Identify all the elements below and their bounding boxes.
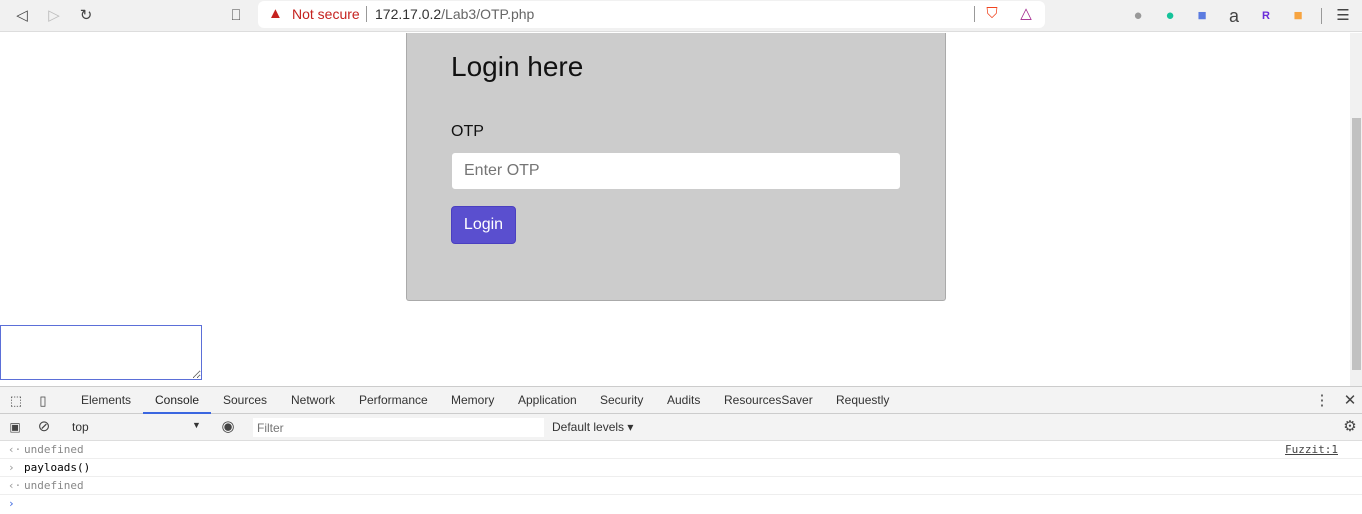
url-text[interactable]: 172.17.0.2/Lab3/OTP.php (375, 6, 534, 22)
tab-application[interactable]: Application (506, 387, 589, 414)
requestly-icon[interactable]: R (1256, 6, 1276, 26)
chevron-down-icon[interactable]: ▼ (192, 420, 201, 430)
devtools-tabs: ⬚ ▯ Elements Console Sources Network Per… (0, 387, 1362, 414)
context-select[interactable]: top (72, 420, 89, 434)
tab-requestly[interactable]: Requestly (824, 387, 901, 414)
login-card: Login here OTP Login (406, 33, 946, 301)
page-title: Login here (451, 51, 584, 82)
eye-icon[interactable]: ◉ (218, 417, 238, 437)
levels-dropdown[interactable]: Default levels ▾ (552, 420, 633, 434)
tab-audits[interactable]: Audits (655, 387, 712, 414)
extension-hex-icon[interactable]: ■ (1288, 6, 1308, 26)
amazon-icon[interactable]: a (1224, 6, 1244, 26)
tab-security[interactable]: Security (588, 387, 655, 414)
reload-icon[interactable]: ↻ (76, 6, 96, 26)
console-row: ‹· undefined Fuzzit:1 (0, 441, 1362, 459)
devtools-panel: ⬚ ▯ Elements Console Sources Network Per… (0, 386, 1362, 514)
google-translate-icon[interactable]: ■ (1192, 6, 1212, 26)
tab-resourcessaver[interactable]: ResourcesSaver (712, 387, 825, 414)
tab-console[interactable]: Console (143, 387, 212, 414)
sidebar-toggle-icon[interactable]: ▣ (5, 417, 25, 437)
inspect-icon[interactable]: ⬚ (6, 391, 26, 411)
menu-icon[interactable]: ☰ (1333, 6, 1353, 26)
filter-input[interactable] (253, 418, 544, 437)
back-icon[interactable]: ◁ (12, 6, 32, 26)
close-icon[interactable]: ✕ (1340, 391, 1360, 411)
source-link[interactable]: Fuzzit:1 (1285, 441, 1338, 459)
security-label[interactable]: Not secure (292, 6, 360, 22)
console-row: › payloads() (0, 459, 1362, 477)
console-row: ‹· undefined (0, 477, 1362, 495)
login-button[interactable]: Login (451, 206, 516, 244)
otp-label: OTP (451, 123, 484, 140)
textarea[interactable] (0, 325, 202, 380)
tab-sources[interactable]: Sources (211, 387, 279, 414)
grammarly-icon[interactable]: ● (1160, 6, 1180, 26)
settings-gear-icon[interactable]: ⚙ (1340, 417, 1360, 437)
tab-memory[interactable]: Memory (439, 387, 506, 414)
warning-icon: ▲ (268, 5, 283, 22)
bookmark-icon[interactable]: ⎕ (226, 6, 246, 26)
clear-console-icon[interactable]: ⊘ (34, 417, 54, 437)
more-icon[interactable]: ⋮ (1312, 391, 1332, 411)
otp-input[interactable] (451, 152, 901, 190)
tab-performance[interactable]: Performance (347, 387, 440, 414)
brave-shield-icon[interactable]: ⛉ (982, 4, 1002, 24)
scrollbar[interactable] (1350, 33, 1362, 386)
address-bar[interactable]: ▲ Not secure 172.17.0.2/Lab3/OTP.php ⛉ △ (258, 1, 1045, 28)
browser-toolbar: ◁ ▷ ↻ ⎕ ▲ Not secure 172.17.0.2/Lab3/OTP… (0, 0, 1362, 32)
tab-elements[interactable]: Elements (69, 387, 143, 414)
brave-rewards-icon[interactable]: △ (1016, 4, 1036, 24)
console-prompt[interactable]: › (0, 495, 1362, 513)
forward-icon[interactable]: ▷ (44, 6, 64, 26)
page-content: Login here OTP Login (0, 33, 1350, 386)
tab-network[interactable]: Network (279, 387, 347, 414)
console-toolbar: ▣ ⊘ top ▼ ◉ Default levels ▾ ⚙ (0, 414, 1362, 441)
device-toggle-icon[interactable]: ▯ (33, 391, 53, 411)
extension-chat-icon[interactable]: ● (1128, 6, 1148, 26)
